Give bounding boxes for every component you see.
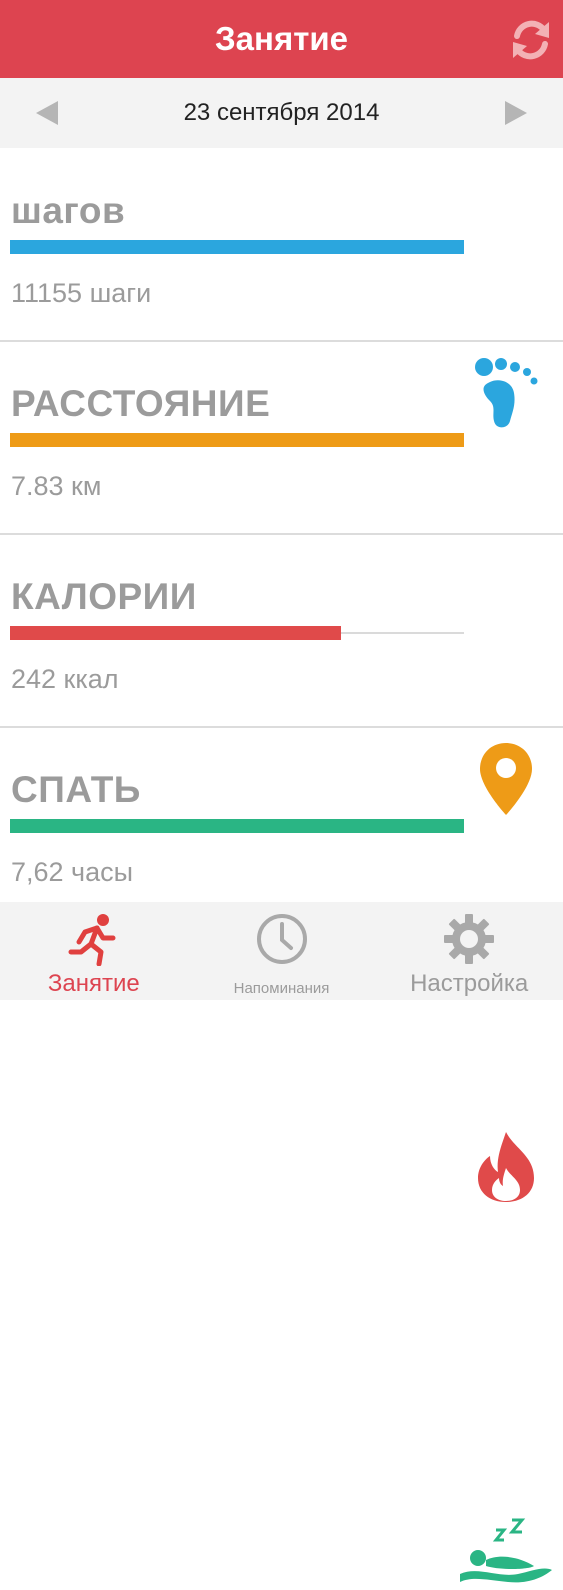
metric-title: СПАТЬ (11, 769, 141, 810)
metric-card-calories[interactable]: КАЛОРИИ 242 ккал (0, 536, 563, 1202)
app-header: Занятие (0, 0, 563, 78)
progress-track (10, 240, 464, 254)
refresh-icon[interactable] (505, 14, 557, 66)
metric-card-distance[interactable]: РАССТОЯНИЕ 7.83 км (0, 343, 563, 815)
gear-icon (444, 914, 495, 964)
flame-icon (478, 1132, 534, 1202)
clock-icon (256, 914, 307, 964)
next-day-icon[interactable] (501, 98, 531, 128)
running-person-icon (68, 914, 116, 966)
metric-value: 11155 шаги (11, 278, 152, 308)
nav-label: Занятие (47, 970, 140, 997)
progress-bar-fill (10, 626, 342, 640)
bottom-nav: Занятие Напоминания Настройка (0, 902, 563, 1000)
metric-card-steps[interactable]: шагов 11155 шаги (0, 150, 563, 428)
progress-track (10, 626, 464, 640)
metric-title: шагов (11, 190, 126, 231)
page-title: Занятие (214, 20, 348, 57)
metric-value: 7,62 часы (11, 857, 134, 887)
previous-day-icon[interactable] (32, 98, 62, 128)
progress-bar-fill (10, 819, 464, 833)
progress-bar-fill (10, 240, 464, 254)
metric-card-sleep[interactable]: СПАТЬ 7,62 часы (0, 729, 563, 1583)
nav-label: Настройка (410, 970, 529, 997)
progress-track (10, 819, 464, 833)
nav-item-reminders[interactable]: Напоминания (188, 902, 376, 1000)
nav-item-activity[interactable]: Занятие (0, 902, 188, 1000)
metric-title: РАССТОЯНИЕ (11, 383, 271, 424)
nav-item-settings[interactable]: Настройка (375, 902, 563, 1000)
metric-value: 7.83 км (11, 471, 102, 501)
progress-track (10, 433, 464, 447)
date-navigator: 23 сентября 2014 (0, 78, 563, 148)
sleep-icon (460, 1518, 552, 1583)
nav-label: Напоминания (233, 980, 330, 997)
metric-value: 242 ккал (11, 664, 119, 694)
progress-bar-fill (10, 433, 464, 447)
current-date: 23 сентября 2014 (183, 99, 380, 126)
metric-title: КАЛОРИИ (11, 576, 197, 617)
